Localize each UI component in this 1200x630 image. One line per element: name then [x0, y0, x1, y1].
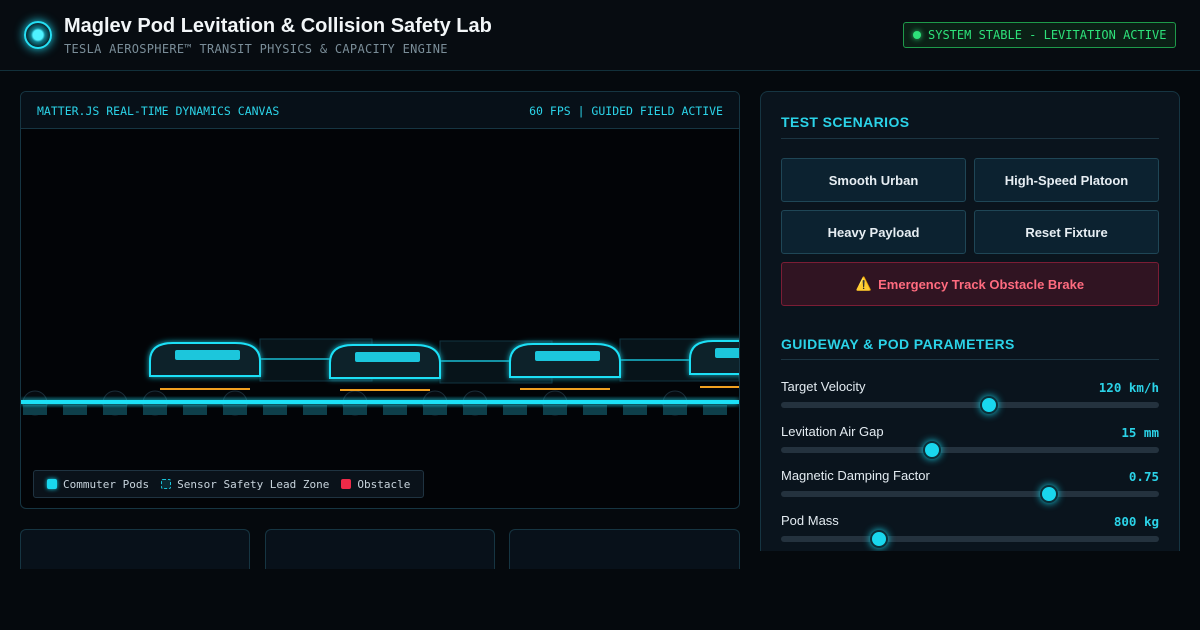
stat-card: [265, 529, 495, 569]
reset-fixture-button[interactable]: Reset Fixture: [974, 210, 1159, 254]
param-label: Magnetic Damping Factor: [781, 468, 930, 483]
pod-swatch-icon: [47, 479, 57, 489]
legend-label: Sensor Safety Lead Zone: [177, 477, 330, 491]
control-panel: TEST SCENARIOS Smooth Urban High-Speed P…: [760, 91, 1180, 551]
emergency-brake-button[interactable]: ⚠️ Emergency Track Obstacle Brake: [781, 262, 1159, 306]
commuter-pod: [689, 340, 739, 375]
page-title: Maglev Pod Levitation & Collision Safety…: [64, 15, 492, 37]
warning-icon: ⚠️: [855, 276, 873, 291]
track-block: [63, 405, 87, 415]
param-value: 0.75: [1128, 469, 1159, 484]
param-value: 15 mm: [1121, 425, 1159, 440]
guideway-rail: [21, 400, 739, 404]
page-subtitle: TESLA AEROSPHERE™ TRANSIT PHYSICS & CAPA…: [64, 42, 448, 56]
param-label: Pod Mass: [781, 513, 839, 528]
scenarios-title: TEST SCENARIOS: [781, 114, 910, 130]
track-block: [23, 405, 47, 415]
commuter-pod: [509, 343, 621, 378]
simulation-canvas[interactable]: [21, 129, 739, 469]
slider-thumb[interactable]: [979, 396, 998, 414]
simulation-panel: MATTER.JS REAL-TIME DYNAMICS CANVAS 60 F…: [20, 91, 740, 509]
track-block: [583, 405, 607, 415]
section-divider: [781, 138, 1159, 139]
track-block: [463, 405, 487, 415]
support-bars: [160, 386, 739, 391]
canvas-header: MATTER.JS REAL-TIME DYNAMICS CANVAS 60 F…: [21, 92, 739, 129]
track-block: [183, 405, 207, 415]
status-dot-icon: [913, 31, 921, 39]
target-velocity-slider[interactable]: Target Velocity 120 km/h: [781, 379, 1159, 419]
obstacle-swatch-icon: [341, 479, 352, 489]
canvas-legend: Commuter Pods Sensor Safety Lead Zone Ob…: [33, 470, 425, 498]
levitation-air-gap-slider[interactable]: Levitation Air Gap 15 mm: [781, 424, 1159, 464]
stat-card: [509, 529, 740, 569]
slider-thumb[interactable]: [870, 530, 889, 548]
legend-label: Obstacle: [357, 477, 411, 491]
track-block: [263, 405, 287, 415]
section-divider: [781, 359, 1159, 360]
param-value: 800 kg: [1113, 514, 1159, 529]
track-block: [423, 405, 447, 415]
track-block: [103, 405, 127, 415]
magnetic-damping-slider[interactable]: Magnetic Damping Factor 0.75: [781, 468, 1159, 508]
slider-thumb[interactable]: [1040, 485, 1059, 503]
slider-track[interactable]: [781, 447, 1159, 453]
canvas-status: 60 FPS | GUIDED FIELD ACTIVE: [529, 104, 723, 118]
high-speed-platoon-button[interactable]: High-Speed Platoon: [974, 158, 1159, 202]
legend-label: Commuter Pods: [63, 477, 150, 491]
track-block: [703, 405, 727, 415]
parameters-title: GUIDEWAY & POD PARAMETERS: [781, 336, 1015, 352]
track-block: [543, 405, 567, 415]
legend-item-zone: Sensor Safety Lead Zone: [161, 478, 329, 491]
emergency-brake-label: Emergency Track Obstacle Brake: [878, 276, 1085, 292]
commuter-pod: [149, 342, 261, 377]
track-block: [663, 405, 687, 415]
track-block: [223, 405, 247, 415]
slider-thumb[interactable]: [923, 441, 942, 459]
track-block: [383, 405, 407, 415]
track-block: [503, 405, 527, 415]
status-text: SYSTEM STABLE - LEVITATION ACTIVE: [928, 28, 1167, 42]
track-block: [303, 405, 327, 415]
heavy-payload-button[interactable]: Heavy Payload: [781, 210, 966, 254]
legend-item-pods: Commuter Pods: [47, 478, 149, 491]
track-block: [343, 405, 367, 415]
stat-card: [20, 529, 250, 569]
slider-track[interactable]: [781, 402, 1159, 408]
track-block: [623, 405, 647, 415]
status-badge: SYSTEM STABLE - LEVITATION ACTIVE: [903, 22, 1176, 48]
commuter-pod: [329, 344, 441, 379]
param-label: Target Velocity: [781, 379, 866, 394]
logo-orb-icon: [24, 21, 52, 49]
slider-track[interactable]: [781, 536, 1159, 542]
legend-item-obstacle: Obstacle: [341, 478, 410, 491]
smooth-urban-button[interactable]: Smooth Urban: [781, 158, 966, 202]
zone-swatch-icon: [161, 479, 172, 489]
param-label: Levitation Air Gap: [781, 424, 884, 439]
param-value: 120 km/h: [1098, 380, 1159, 395]
pod-mass-slider[interactable]: Pod Mass 800 kg: [781, 513, 1159, 551]
track-block: [143, 405, 167, 415]
slider-track[interactable]: [781, 491, 1159, 497]
track-blocks: [23, 405, 727, 415]
app-header: Maglev Pod Levitation & Collision Safety…: [0, 0, 1200, 71]
canvas-title: MATTER.JS REAL-TIME DYNAMICS CANVAS: [37, 104, 280, 118]
